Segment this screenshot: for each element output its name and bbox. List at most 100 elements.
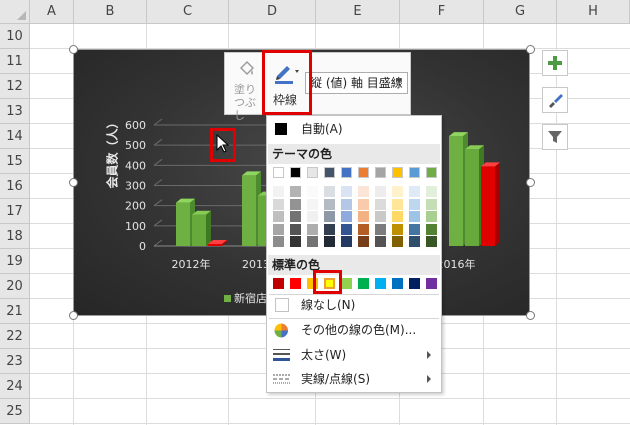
row-header-14[interactable]: 14 bbox=[0, 124, 30, 149]
column-header-h[interactable]: H bbox=[557, 0, 630, 24]
theme-color-tint-swatch[interactable] bbox=[375, 198, 386, 210]
resize-handle-middle-left[interactable] bbox=[69, 178, 78, 187]
theme-color-tint-swatch[interactable] bbox=[307, 211, 318, 222]
standard-color-swatch[interactable] bbox=[358, 278, 369, 289]
theme-color-tint-swatch[interactable] bbox=[290, 186, 301, 197]
row-header-15[interactable]: 15 bbox=[0, 149, 30, 174]
theme-color-swatch[interactable] bbox=[426, 167, 437, 178]
theme-color-tint-swatch[interactable] bbox=[273, 186, 284, 197]
theme-color-tint-swatch[interactable] bbox=[426, 186, 437, 197]
fill-button[interactable]: 塗りつぶし bbox=[229, 55, 265, 122]
theme-color-tint-swatch[interactable] bbox=[375, 211, 386, 222]
theme-color-tint-swatch[interactable] bbox=[426, 198, 437, 210]
theme-color-tint-swatch[interactable] bbox=[426, 211, 437, 222]
menu-item-more-colors[interactable]: その他の線の色(M)... bbox=[267, 319, 441, 341]
row-header-16[interactable]: 16 bbox=[0, 174, 30, 199]
column-header-c[interactable]: C bbox=[147, 0, 229, 24]
column-header-e[interactable]: E bbox=[316, 0, 400, 24]
theme-color-swatch[interactable] bbox=[273, 167, 284, 178]
theme-color-swatch[interactable] bbox=[392, 167, 403, 178]
theme-color-tint-swatch[interactable] bbox=[392, 236, 403, 247]
theme-color-swatch[interactable] bbox=[290, 167, 301, 178]
row-header-11[interactable]: 11 bbox=[0, 49, 30, 74]
select-all-corner[interactable] bbox=[0, 0, 30, 24]
theme-color-tint-swatch[interactable] bbox=[324, 186, 335, 197]
standard-color-swatch[interactable] bbox=[375, 278, 386, 289]
standard-color-swatch[interactable] bbox=[426, 278, 437, 289]
menu-item-auto[interactable]: 自動(A) bbox=[267, 118, 441, 140]
theme-color-swatch[interactable] bbox=[375, 167, 386, 178]
standard-color-swatch[interactable] bbox=[290, 278, 301, 289]
theme-color-tint-swatch[interactable] bbox=[290, 198, 301, 210]
theme-color-swatch[interactable] bbox=[358, 167, 369, 178]
resize-handle-bottom-right[interactable] bbox=[526, 311, 535, 320]
resize-handle-bottom-left[interactable] bbox=[69, 311, 78, 320]
theme-color-tint-swatch[interactable] bbox=[358, 186, 369, 197]
theme-color-tint-swatch[interactable] bbox=[426, 236, 437, 247]
row-header-10[interactable]: 10 bbox=[0, 24, 30, 49]
theme-color-tint-swatch[interactable] bbox=[341, 211, 352, 222]
theme-color-tint-swatch[interactable] bbox=[358, 223, 369, 235]
theme-color-tint-swatch[interactable] bbox=[307, 223, 318, 235]
theme-color-tint-swatch[interactable] bbox=[273, 236, 284, 247]
column-header-a[interactable]: A bbox=[30, 0, 74, 24]
row-header-22[interactable]: 22 bbox=[0, 324, 30, 349]
menu-item-no-line[interactable]: 線なし(N) bbox=[267, 294, 441, 316]
theme-color-tint-swatch[interactable] bbox=[307, 186, 318, 197]
row-header-20[interactable]: 20 bbox=[0, 274, 30, 299]
theme-color-tint-swatch[interactable] bbox=[409, 223, 420, 235]
standard-color-swatch[interactable] bbox=[273, 278, 284, 289]
standard-color-swatch[interactable] bbox=[341, 278, 352, 289]
theme-color-tint-swatch[interactable] bbox=[375, 223, 386, 235]
theme-color-tint-swatch[interactable] bbox=[358, 211, 369, 222]
theme-color-tint-swatch[interactable] bbox=[375, 186, 386, 197]
theme-color-tint-swatch[interactable] bbox=[375, 236, 386, 247]
row-header-25[interactable]: 25 bbox=[0, 399, 30, 424]
row-header-13[interactable]: 13 bbox=[0, 99, 30, 124]
theme-color-tint-swatch[interactable] bbox=[358, 236, 369, 247]
resize-handle-top-right[interactable] bbox=[526, 45, 535, 54]
theme-color-tint-swatch[interactable] bbox=[307, 236, 318, 247]
row-header-21[interactable]: 21 bbox=[0, 299, 30, 324]
theme-color-tint-swatch[interactable] bbox=[324, 236, 335, 247]
theme-color-tint-swatch[interactable] bbox=[409, 236, 420, 247]
theme-color-tint-swatch[interactable] bbox=[392, 223, 403, 235]
theme-color-tint-swatch[interactable] bbox=[307, 198, 318, 210]
theme-color-tint-swatch[interactable] bbox=[426, 223, 437, 235]
standard-color-swatch[interactable] bbox=[409, 278, 420, 289]
row-header-17[interactable]: 17 bbox=[0, 199, 30, 224]
theme-color-tint-swatch[interactable] bbox=[324, 198, 335, 210]
theme-color-tint-swatch[interactable] bbox=[341, 236, 352, 247]
theme-color-tint-swatch[interactable] bbox=[290, 223, 301, 235]
theme-color-tint-swatch[interactable] bbox=[273, 223, 284, 235]
theme-color-tint-swatch[interactable] bbox=[273, 211, 284, 222]
chart-filters-button[interactable] bbox=[542, 124, 568, 150]
chart-styles-button[interactable] bbox=[542, 87, 568, 113]
row-header-24[interactable]: 24 bbox=[0, 374, 30, 399]
chart-element-select[interactable]: 縦 (値) 軸 目盛線 bbox=[305, 72, 408, 94]
row-header-19[interactable]: 19 bbox=[0, 249, 30, 274]
menu-item-weight[interactable]: 太さ(W) bbox=[267, 344, 441, 366]
theme-color-tint-swatch[interactable] bbox=[409, 198, 420, 210]
theme-color-swatch[interactable] bbox=[324, 167, 335, 178]
theme-color-swatch[interactable] bbox=[307, 167, 318, 178]
column-header-b[interactable]: B bbox=[74, 0, 147, 24]
theme-color-tint-swatch[interactable] bbox=[392, 211, 403, 222]
theme-color-tint-swatch[interactable] bbox=[409, 211, 420, 222]
standard-color-swatch[interactable] bbox=[392, 278, 403, 289]
theme-color-swatch[interactable] bbox=[341, 167, 352, 178]
menu-item-dash[interactable]: 実線/点線(S) bbox=[267, 368, 441, 390]
column-header-d[interactable]: D bbox=[229, 0, 316, 24]
theme-color-tint-swatch[interactable] bbox=[290, 211, 301, 222]
row-header-12[interactable]: 12 bbox=[0, 74, 30, 99]
theme-color-tint-swatch[interactable] bbox=[324, 211, 335, 222]
theme-color-tint-swatch[interactable] bbox=[341, 198, 352, 210]
theme-color-tint-swatch[interactable] bbox=[324, 223, 335, 235]
resize-handle-middle-right[interactable] bbox=[526, 178, 535, 187]
column-header-f[interactable]: F bbox=[400, 0, 484, 24]
theme-color-tint-swatch[interactable] bbox=[409, 186, 420, 197]
chart-elements-button[interactable] bbox=[542, 50, 568, 76]
theme-color-tint-swatch[interactable] bbox=[290, 236, 301, 247]
theme-color-swatch[interactable] bbox=[409, 167, 420, 178]
row-header-18[interactable]: 18 bbox=[0, 224, 30, 249]
